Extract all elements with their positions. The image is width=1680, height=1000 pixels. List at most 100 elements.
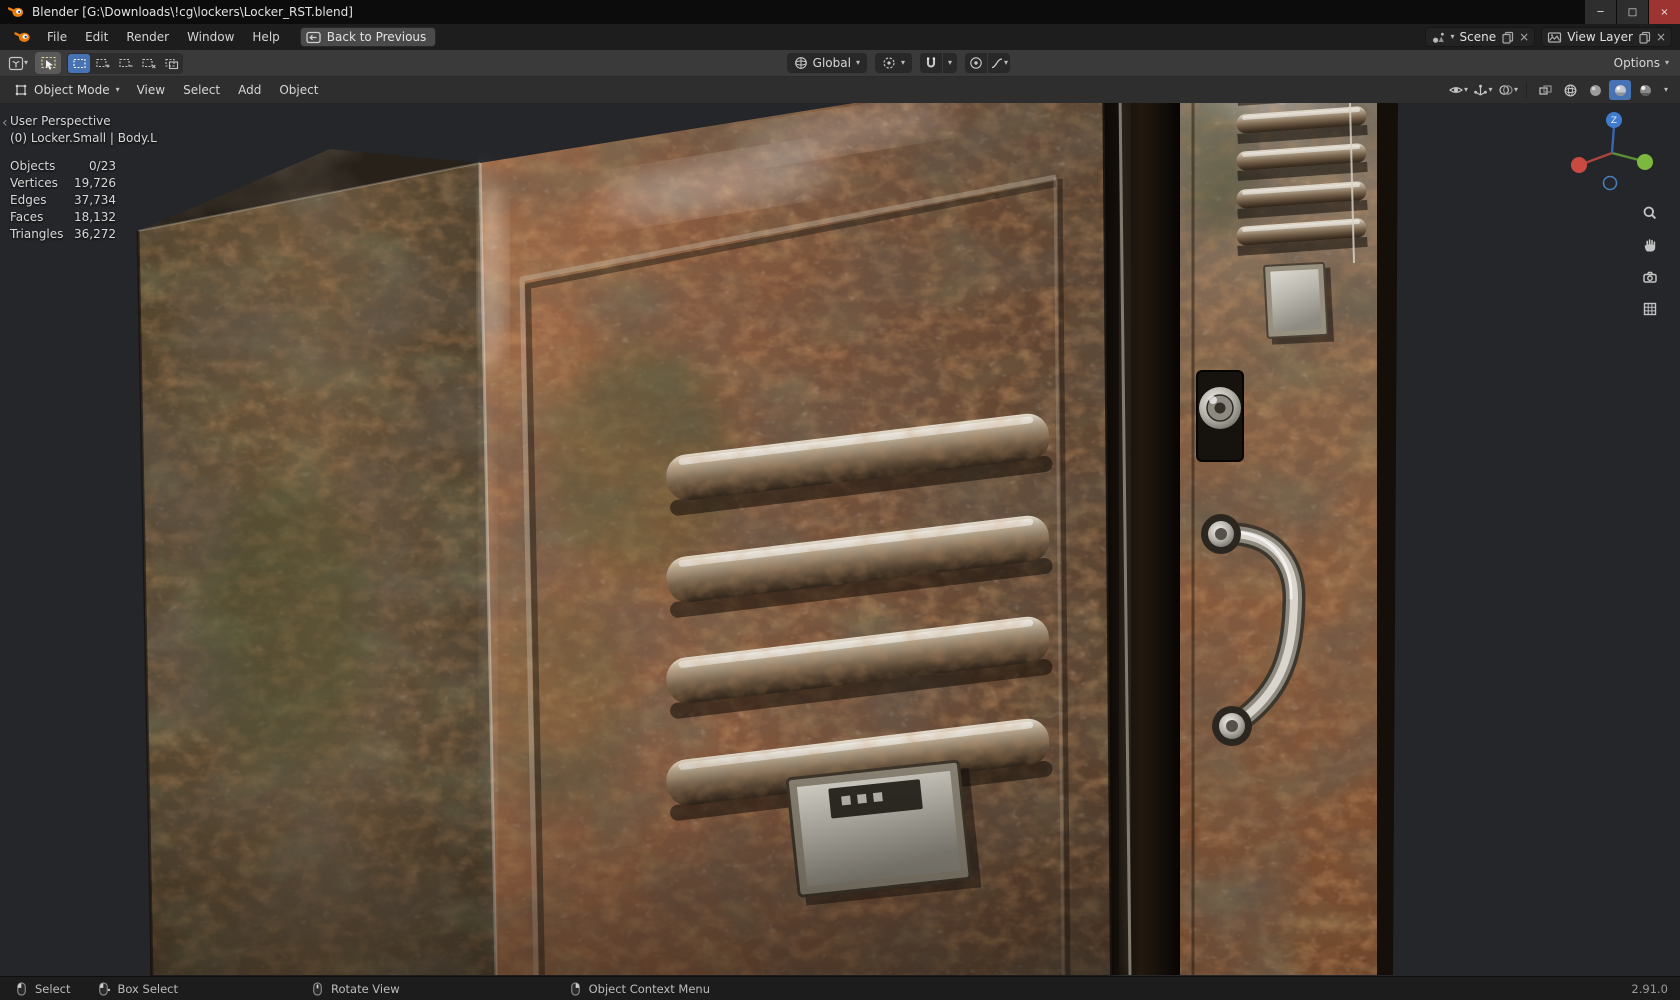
maximize-button[interactable]: □ xyxy=(1616,0,1648,24)
overlays-dropdown[interactable]: ▾ xyxy=(1497,80,1519,100)
menu-edit[interactable]: Edit xyxy=(77,27,116,47)
shading-wireframe-button[interactable] xyxy=(1559,80,1581,100)
viewport-scene[interactable] xyxy=(0,103,1680,976)
shading-solid-button[interactable] xyxy=(1584,80,1606,100)
pivot-point-dropdown[interactable]: ▾ xyxy=(874,53,912,73)
scene-statistics: Objects 0/23 Vertices 19,726 Edges 37,734 F… xyxy=(10,158,157,243)
maximize-icon: □ xyxy=(1627,6,1638,18)
scene-selector[interactable]: ▾ Scene × xyxy=(1424,27,1536,47)
camera-icon xyxy=(1642,269,1658,285)
options-dropdown[interactable]: Options ▾ xyxy=(1614,53,1669,73)
close-button[interactable]: × xyxy=(1648,0,1680,24)
locker-right-name-plate xyxy=(1263,261,1335,345)
scene-browse-icon xyxy=(1431,31,1446,44)
chevron-down-icon: ▾ xyxy=(1513,85,1518,94)
pan-button[interactable] xyxy=(1638,233,1662,257)
header-separator xyxy=(1526,82,1527,98)
status-hint-rotate-view: Rotate View xyxy=(310,981,400,997)
options-label: Options xyxy=(1613,56,1660,70)
select-mode-extend[interactable] xyxy=(91,54,113,73)
remove-view-layer-icon[interactable]: × xyxy=(1656,30,1666,44)
menu-window[interactable]: Window xyxy=(179,27,242,47)
stat-label: Edges xyxy=(10,193,47,207)
chevron-down-icon: ▾ xyxy=(115,85,120,94)
active-object-label: (0) Locker.Small | Body.L xyxy=(10,131,157,145)
status-hint-label: Object Context Menu xyxy=(588,981,710,996)
new-view-layer-icon[interactable] xyxy=(1638,31,1651,44)
rmb-icon xyxy=(568,981,583,997)
status-bar: Select Box Select Rotate View Object Con… xyxy=(0,976,1680,1000)
shading-material-preview-button[interactable] xyxy=(1609,80,1631,100)
orientation-label: Global xyxy=(812,56,851,70)
menu-add[interactable]: Add xyxy=(230,80,269,100)
hand-icon xyxy=(1642,237,1658,253)
locker-right xyxy=(1180,103,1398,975)
locker-right-lock xyxy=(1196,370,1244,462)
snap-settings-dropdown[interactable]: ▾ xyxy=(942,53,957,73)
scene-name: Scene xyxy=(1459,30,1497,44)
visibility-dropdown[interactable]: ▾ xyxy=(1447,80,1469,100)
select-mode-subtract[interactable] xyxy=(114,54,136,73)
shading-rendered-button[interactable] xyxy=(1634,80,1656,100)
locker-gap xyxy=(1104,103,1180,976)
editor-type-button[interactable]: ▾ xyxy=(7,53,29,73)
perspective-toggle-button[interactable] xyxy=(1638,297,1662,321)
pivot-icon xyxy=(882,56,896,70)
chevron-down-icon: ▾ xyxy=(855,58,860,67)
3d-viewport[interactable]: User Perspective (0) Locker.Small | Body… xyxy=(0,103,1680,976)
viewport-header: Object Mode ▾ View Select Add Object ▾ ▾ xyxy=(0,77,1680,103)
viewport-text-overlay: User Perspective (0) Locker.Small | Body… xyxy=(10,113,157,243)
proportional-falloff-dropdown[interactable]: ▾ xyxy=(987,53,1010,73)
viewport-editor-icon xyxy=(8,56,24,71)
select-mode-new[interactable] xyxy=(68,53,90,73)
menu-view[interactable]: View xyxy=(129,80,173,100)
lmb-icon xyxy=(14,981,29,997)
gizmo-y-axis[interactable] xyxy=(1637,154,1653,170)
stat-value: 0/23 xyxy=(89,159,116,173)
globe-icon xyxy=(794,56,808,70)
status-hint-label: Select xyxy=(35,981,71,996)
status-hint-label: Box Select xyxy=(117,981,178,996)
minimize-icon: ─ xyxy=(1597,6,1604,18)
navigation-gizmo[interactable]: Z xyxy=(1568,109,1656,200)
chevron-down-icon: ▾ xyxy=(1463,85,1468,94)
stat-value: 19,726 xyxy=(74,176,116,190)
gizmo-x-axis[interactable] xyxy=(1571,157,1587,173)
viewport-display-controls: ▾ ▾ ▾ ▾ xyxy=(1447,80,1673,100)
menu-render[interactable]: Render xyxy=(118,27,177,47)
view-layer-selector[interactable]: View Layer × xyxy=(1541,27,1672,47)
mode-dropdown[interactable]: Object Mode ▾ xyxy=(7,80,127,100)
snap-toggle-button[interactable] xyxy=(919,53,942,73)
sidebar-toggle-arrow[interactable]: ‹ xyxy=(2,115,8,131)
unlink-scene-icon[interactable]: × xyxy=(1519,30,1529,44)
status-hint-select: Select xyxy=(14,981,70,997)
menu-object[interactable]: Object xyxy=(271,80,326,100)
stat-value: 36,272 xyxy=(74,227,116,241)
menu-select[interactable]: Select xyxy=(175,80,228,100)
proportional-editing-toggle[interactable] xyxy=(964,53,987,73)
menu-file[interactable]: File xyxy=(39,27,75,47)
xray-toggle-button[interactable] xyxy=(1534,80,1556,100)
grid-icon xyxy=(1642,301,1658,317)
blender-version: 2.91.0 xyxy=(1631,981,1668,996)
chevron-down-icon: ▾ xyxy=(1450,32,1455,41)
select-mode-invert[interactable] xyxy=(137,54,159,73)
window-titlebar[interactable]: Blender [G:\Downloads\!cg\lockers\Locker… xyxy=(0,0,1680,24)
camera-view-button[interactable] xyxy=(1638,265,1662,289)
chevron-down-icon: ▾ xyxy=(1003,58,1008,67)
active-tool-select-box-button[interactable] xyxy=(35,52,61,74)
minimize-button[interactable]: ─ xyxy=(1584,0,1616,24)
zoom-button[interactable] xyxy=(1638,201,1662,225)
back-to-previous-button[interactable]: Back to Previous xyxy=(299,27,437,47)
gizmo-negative-z-axis[interactable] xyxy=(1602,175,1618,191)
menu-help[interactable]: Help xyxy=(244,27,287,47)
back-to-previous-label: Back to Previous xyxy=(326,30,427,44)
new-scene-icon[interactable] xyxy=(1501,31,1514,44)
select-mode-intersect[interactable] xyxy=(160,54,182,73)
gizmo-z-label: Z xyxy=(1611,116,1617,126)
view-layer-name: View Layer xyxy=(1567,30,1633,44)
shading-settings-dropdown[interactable]: ▾ xyxy=(1659,80,1673,100)
blender-app-menu-icon[interactable] xyxy=(8,30,37,44)
gizmos-dropdown[interactable]: ▾ xyxy=(1472,80,1494,100)
transform-orientation-dropdown[interactable]: Global ▾ xyxy=(786,53,867,73)
